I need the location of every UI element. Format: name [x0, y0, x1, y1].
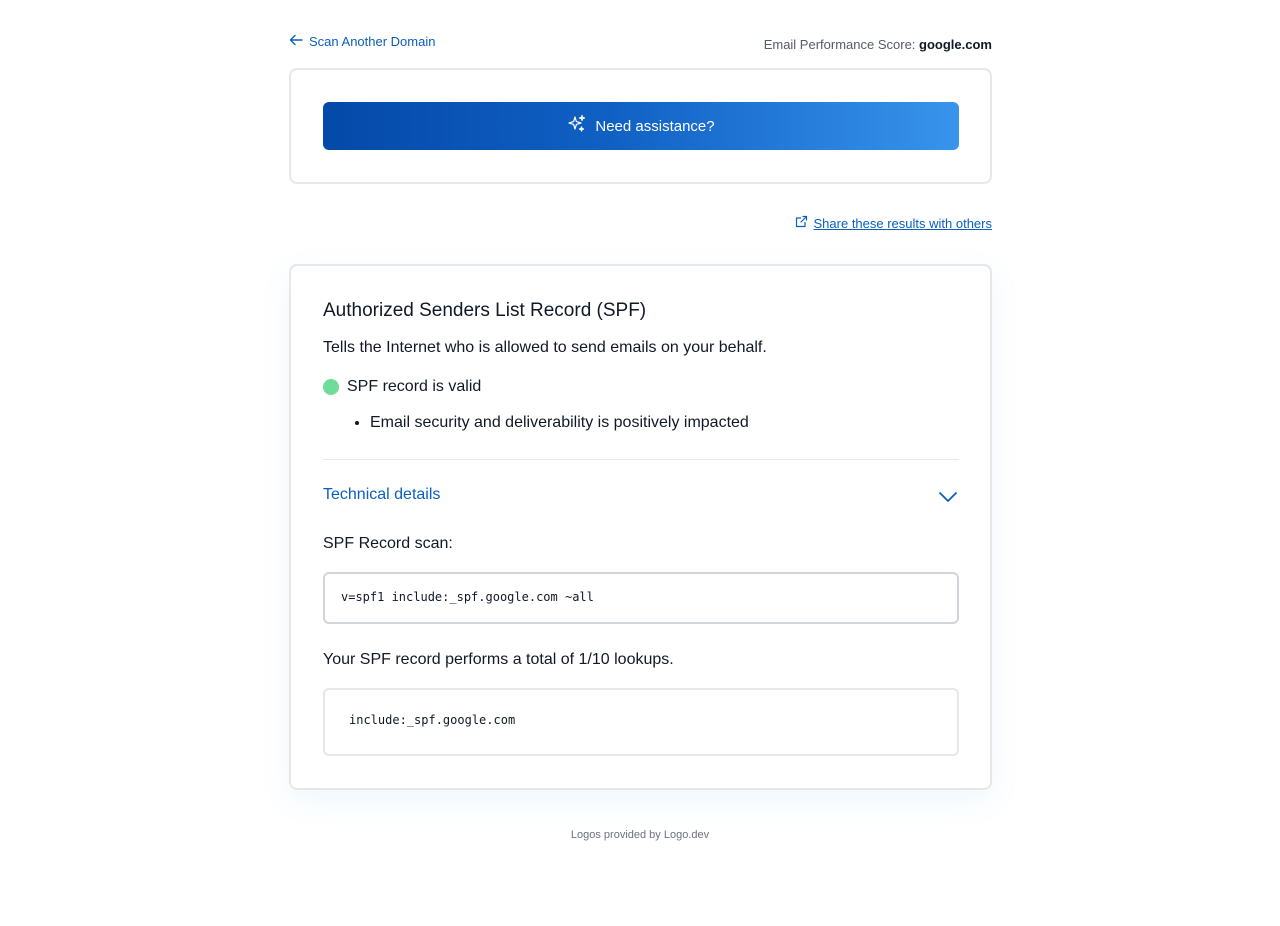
technical-details-toggle[interactable]: Technical details	[323, 486, 959, 510]
scanned-domain: google.com	[919, 37, 992, 52]
spf-description: Tells the Internet who is allowed to sen…	[323, 339, 767, 356]
spf-card: Authorized Senders List Record (SPF) Tel…	[289, 264, 992, 790]
technical-details-label: Technical details	[323, 486, 441, 503]
need-assistance-button[interactable]: Need assistance?	[323, 102, 959, 150]
top-bar: Scan Another Domain Email Performance Sc…	[289, 33, 992, 57]
email-performance-score: Email Performance Score: google.com	[764, 37, 992, 52]
spf-lookups-list: include:_spf.google.com	[323, 688, 959, 756]
impact-list: Email security and deliverability is pos…	[370, 414, 749, 432]
score-label: Email Performance Score:	[763, 37, 916, 52]
spf-status: SPF record is valid	[323, 378, 481, 396]
spf-status-text: SPF record is valid	[347, 378, 482, 395]
spf-title: Authorized Senders List Record (SPF)	[323, 300, 647, 321]
sparkles-icon	[567, 114, 587, 138]
spf-record-value: v=spf1 include:_spf.google.com ~all	[323, 572, 959, 624]
spf-lookups-label: Your SPF record performs a total of 1/10…	[323, 651, 674, 668]
status-dot-icon	[323, 379, 339, 395]
assistance-card: Need assistance?	[289, 68, 992, 184]
need-assistance-label: Need assistance?	[595, 117, 715, 135]
share-results-link[interactable]: Share these results with others	[795, 215, 992, 231]
chevron-down-icon	[937, 490, 959, 504]
scan-another-domain-label: Scan Another Domain	[309, 34, 436, 49]
impact-item: Email security and deliverability is pos…	[370, 414, 749, 432]
scan-another-domain-link[interactable]: Scan Another Domain	[289, 33, 435, 50]
arrow-left-icon	[289, 33, 303, 50]
divider	[323, 459, 959, 460]
footer-credit: Logos provided by Logo.dev	[570, 829, 710, 841]
share-results-label: Share these results with others	[813, 215, 992, 231]
external-link-icon	[795, 215, 808, 231]
spf-record-scan-label: SPF Record scan:	[323, 535, 453, 552]
lookup-item: include:_spf.google.com	[349, 713, 516, 727]
